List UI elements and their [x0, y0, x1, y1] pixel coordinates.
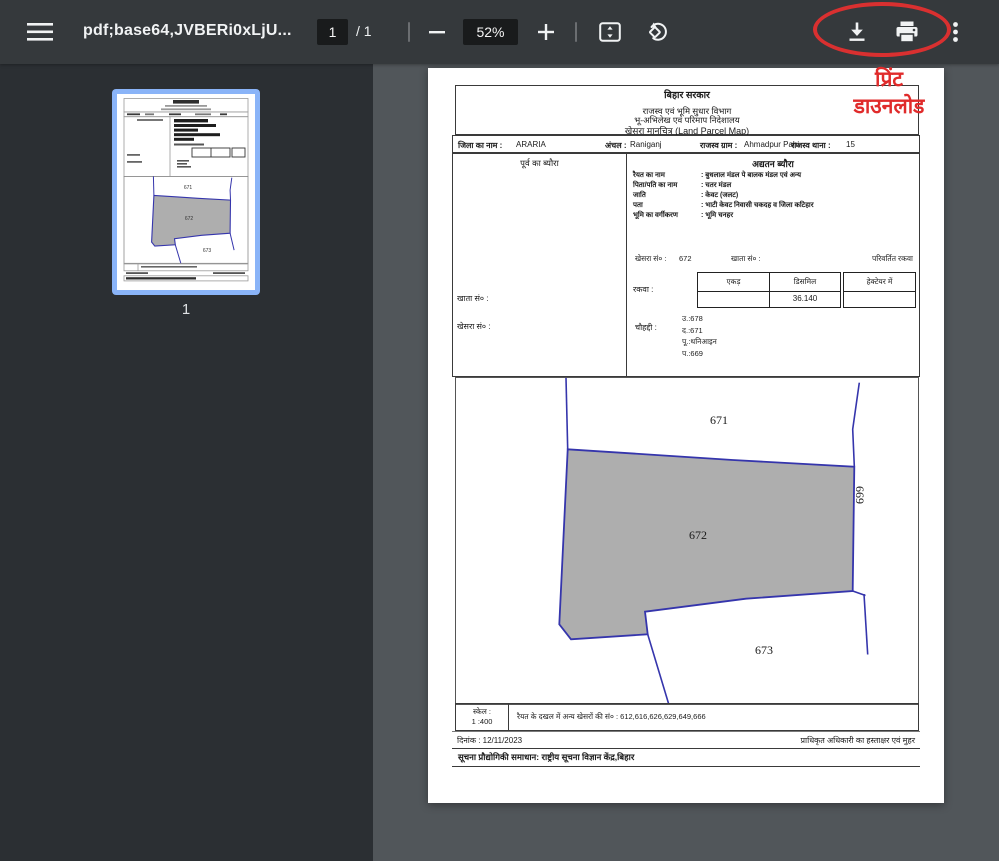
thumbnail-sidebar: 671 672 673 1	[0, 64, 373, 861]
scale-cell: स्केल : 1 :400	[456, 704, 509, 730]
khesra-number: 672	[679, 254, 692, 263]
acre-header: एकड़	[698, 273, 769, 292]
anchal-value: Raniganj	[630, 140, 662, 149]
chauhaddi-north: उ.:678	[682, 313, 717, 325]
svg-text:671: 671	[184, 185, 193, 191]
prev-khesra-label: खेसरा सं० :	[457, 321, 491, 332]
zoom-in-icon	[538, 24, 554, 40]
toolbar-divider	[408, 22, 410, 42]
plot-669-label: 669	[853, 486, 867, 504]
current-title: अद्यतन ब्यौरा	[627, 157, 919, 170]
download-button[interactable]	[841, 16, 873, 48]
prev-khata-label: खाता सं० :	[457, 293, 488, 304]
thumbnail-page-number: 1	[112, 301, 260, 318]
hectare-header: हेक्टेयर में	[844, 273, 915, 292]
pdf-toolbar: pdf;base64,JVBERi0xLjU... 1 / 1 52%	[0, 0, 999, 64]
detail-row: पता: भाटी केवट निवासी चकदह व जिला कटिहार	[633, 201, 915, 210]
thana-value: 15	[846, 140, 855, 149]
zoom-out-icon	[429, 24, 445, 40]
zoom-level-display[interactable]: 52%	[463, 19, 518, 45]
menu-button[interactable]	[24, 16, 56, 48]
svg-text:672: 672	[185, 216, 194, 222]
scale-value: 1 :400	[456, 717, 508, 726]
chauhaddi-south: द.:671	[682, 325, 717, 337]
detail-row: भूमि का वर्गीकरण: भूमि चनहर	[633, 211, 915, 220]
document-title: pdf;base64,JVBERi0xLjU...	[83, 22, 292, 40]
detail-row: रैयत का नाम: बुधलाल मंडल पे बालक मंडल एव…	[633, 171, 915, 180]
converted-area-label: परिवर्तित रकवा	[872, 254, 913, 264]
more-vert-icon	[953, 22, 958, 42]
menu-icon	[27, 23, 53, 41]
khata-label: खाता सं० :	[731, 254, 761, 264]
khesra-label: खेसरा सं० :	[635, 254, 666, 264]
previous-details: पूर्व का ब्यौरा खाता सं० : खेसरा सं० :	[453, 154, 627, 376]
scale-label: स्केल :	[456, 707, 508, 717]
signature-label: प्राधिकृत अधिकारी का हस्ताक्षर एवं मुहर	[801, 735, 916, 746]
detail-row: जाति: केवट (जलट)	[633, 191, 915, 200]
district-label: जिला का नाम :	[458, 140, 502, 151]
other-khesra-note: रैयत के दखल में अन्य खेसरों की सं० : 612…	[509, 704, 918, 730]
scale-note-strip: स्केल : 1 :400 रैयत के दखल में अन्य खेसर…	[455, 703, 919, 731]
hectare-box: हेक्टेयर में	[843, 272, 916, 308]
previous-title: पूर्व का ब्यौरा	[453, 158, 626, 169]
parcel-map: 671 672 673 669	[455, 377, 919, 705]
chauhaddi-west: प.:669	[682, 348, 717, 360]
acre-value	[698, 292, 769, 307]
plot-671-label: 671	[710, 413, 728, 427]
date-row: दिनांक : 12/11/2023 प्राधिकृत अधिकारी का…	[452, 731, 920, 748]
credit-row: सूचना प्रौद्योगिकी समाधान: राष्ट्रीय सूच…	[452, 748, 920, 767]
decimal-header: डिसमिल	[769, 273, 840, 292]
chauhaddi-east: पू.:थनिआइन	[682, 336, 717, 348]
print-icon	[895, 21, 919, 43]
village-label: राजस्व ग्राम :	[700, 140, 737, 151]
thumbnail-page-preview: 671 672 673	[117, 94, 255, 290]
toolbar-divider	[575, 22, 577, 42]
date-label: दिनांक : 12/11/2023	[457, 735, 522, 746]
fit-page-button[interactable]	[594, 16, 626, 48]
zoom-out-button[interactable]	[421, 16, 453, 48]
area-table: एकड़ डिसमिल 36.140	[697, 272, 841, 308]
rotate-ccw-icon	[647, 21, 669, 43]
print-button[interactable]	[891, 16, 923, 48]
page-number-input[interactable]: 1	[317, 19, 348, 45]
decimal-value: 36.140	[769, 292, 840, 307]
page-thumbnail[interactable]: 671 672 673	[112, 89, 260, 295]
plot-673-label: 673	[755, 643, 773, 657]
document-header: बिहार सरकार राजस्व एवं भूमि सुधार विभाग …	[455, 85, 919, 135]
plot-672-polygon	[559, 449, 854, 639]
chauhaddi-list: उ.:678 द.:671 पू.:थनिआइन प.:669	[682, 313, 717, 359]
plot-672-label: 672	[689, 528, 707, 542]
fit-page-icon	[599, 22, 621, 42]
more-options-button[interactable]	[941, 16, 969, 48]
rotate-button[interactable]	[642, 16, 674, 48]
details-section: पूर्व का ब्यौरा खाता सं० : खेसरा सं० : अ…	[452, 153, 920, 377]
zoom-in-button[interactable]	[530, 16, 562, 48]
meta-row: जिला का नाम : ARARIA अंचल : Raniganj राज…	[452, 135, 920, 153]
current-details: अद्यतन ब्यौरा रैयत का नाम: बुधलाल मंडल प…	[627, 154, 919, 376]
gov-title: बिहार सरकार	[456, 88, 918, 101]
page-count-label: / 1	[356, 23, 372, 39]
thana-label: राजस्व थाना :	[791, 140, 831, 151]
district-value: ARARIA	[516, 140, 546, 149]
anchal-label: अंचल :	[605, 140, 627, 151]
detail-row: पिता/पति का नाम: चतर मंडल	[633, 181, 915, 190]
download-icon	[846, 21, 868, 43]
chauhaddi-label: चौहद्दी :	[635, 322, 657, 333]
pdf-page: बिहार सरकार राजस्व एवं भूमि सुधार विभाग …	[428, 68, 944, 803]
svg-text:673: 673	[203, 248, 212, 254]
thumbnail-miniature: 671 672 673	[117, 94, 255, 290]
rakwa-label: रकवा :	[633, 284, 653, 295]
